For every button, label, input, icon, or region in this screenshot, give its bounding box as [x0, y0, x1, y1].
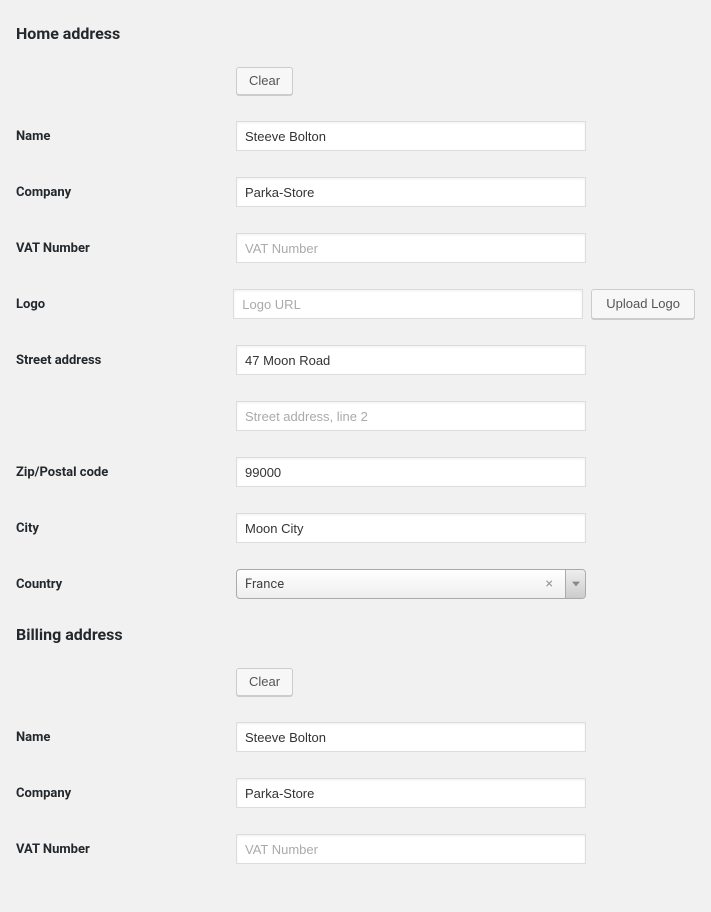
billing-company-input[interactable]	[236, 778, 586, 808]
zip-label: Zip/Postal code	[16, 465, 236, 480]
billing-vat-input[interactable]	[236, 834, 586, 864]
billing-company-label: Company	[16, 786, 236, 801]
zip-input[interactable]	[236, 457, 586, 487]
upload-logo-button[interactable]: Upload Logo	[591, 289, 695, 319]
home-address-heading: Home address	[16, 24, 695, 43]
vat-input[interactable]	[236, 233, 586, 263]
country-selected-value: France	[245, 577, 542, 592]
logo-url-input[interactable]	[233, 289, 583, 319]
billing-name-label: Name	[16, 730, 236, 745]
name-input[interactable]	[236, 121, 586, 151]
clear-button-home[interactable]: Clear	[236, 67, 293, 95]
billing-vat-label: VAT Number	[16, 842, 236, 857]
name-label: Name	[16, 129, 236, 144]
street-input[interactable]	[236, 345, 586, 375]
city-input[interactable]	[236, 513, 586, 543]
street2-input[interactable]	[236, 401, 586, 431]
country-clear-icon[interactable]: ×	[542, 576, 557, 592]
clear-button-billing[interactable]: Clear	[236, 668, 293, 696]
company-label: Company	[16, 185, 236, 200]
logo-label: Logo	[16, 297, 233, 312]
country-label: Country	[16, 577, 236, 592]
billing-name-input[interactable]	[236, 722, 586, 752]
city-label: City	[16, 521, 236, 536]
vat-label: VAT Number	[16, 241, 236, 256]
country-select[interactable]: France ×	[236, 569, 586, 599]
chevron-down-icon[interactable]	[565, 570, 585, 598]
company-input[interactable]	[236, 177, 586, 207]
billing-address-heading: Billing address	[16, 625, 695, 644]
street-label: Street address	[16, 353, 236, 368]
